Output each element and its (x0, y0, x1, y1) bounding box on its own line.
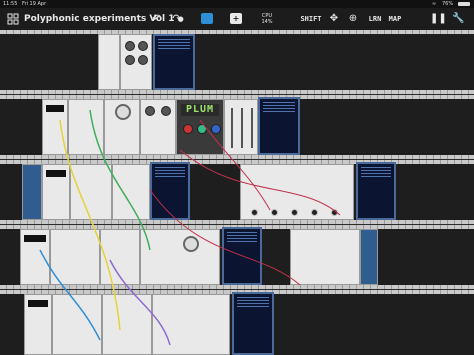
map-button[interactable]: MAP (386, 11, 404, 27)
module[interactable] (42, 164, 70, 220)
pause-icon[interactable]: ❚❚ (430, 11, 447, 27)
move-icon[interactable]: ✥ (327, 11, 341, 27)
jack[interactable] (331, 209, 338, 216)
module[interactable] (42, 99, 68, 155)
module[interactable] (102, 294, 152, 355)
wrench-icon[interactable]: 🔧 (452, 11, 464, 27)
lcd-display (46, 170, 66, 177)
knob[interactable] (197, 124, 207, 134)
target-icon[interactable]: ⊕ (346, 11, 360, 27)
cpu-meter: CPU 14% (258, 13, 276, 29)
display-module[interactable] (150, 162, 190, 220)
jack[interactable] (251, 209, 258, 216)
jack[interactable] (311, 209, 318, 216)
display-module[interactable] (258, 97, 300, 155)
undo-icon[interactable]: ↶ (150, 11, 164, 27)
rack-row-3 (0, 160, 474, 224)
module[interactable] (98, 34, 120, 90)
module[interactable] (24, 294, 52, 355)
module[interactable] (22, 164, 42, 220)
status-time: 11:55 (3, 1, 18, 7)
display-module[interactable] (232, 292, 274, 355)
knob[interactable] (183, 124, 193, 134)
rack-rail (0, 30, 474, 34)
rack-rail (0, 155, 474, 159)
display-module[interactable] (153, 34, 195, 90)
color-swatch-icon[interactable] (201, 13, 213, 24)
rack-rail (0, 220, 474, 224)
status-date: Fri 19 Apr (22, 1, 47, 7)
plum-display: PLUM (181, 104, 219, 116)
module[interactable] (240, 164, 354, 220)
knob[interactable] (125, 41, 135, 51)
lcd-display (46, 105, 64, 112)
shift-button[interactable]: SHIFT (298, 11, 324, 27)
knob[interactable] (138, 41, 148, 51)
grid-icon[interactable] (6, 11, 20, 27)
display-module[interactable] (356, 162, 396, 220)
status-battery: 76% (442, 1, 454, 7)
module[interactable] (290, 229, 360, 285)
module[interactable] (120, 34, 152, 90)
battery-icon (458, 2, 470, 6)
knob[interactable] (138, 55, 148, 65)
display-module[interactable] (222, 227, 262, 285)
module[interactable] (100, 229, 140, 285)
module[interactable] (20, 229, 50, 285)
knob[interactable] (183, 236, 199, 252)
module[interactable] (140, 229, 220, 285)
module[interactable] (152, 294, 230, 355)
rack-row-1 (0, 30, 474, 94)
lcd-display (28, 300, 48, 307)
rack-row-5 (0, 290, 474, 355)
knob[interactable] (145, 106, 155, 116)
module[interactable] (112, 164, 150, 220)
fader-module[interactable] (224, 99, 258, 155)
status-bar: 11:55 Fri 19 Apr ≈ 76% (0, 0, 474, 8)
module[interactable] (50, 229, 100, 285)
module[interactable] (104, 99, 140, 155)
lcd-display (24, 235, 46, 242)
rack-rail (0, 90, 474, 94)
module[interactable] (52, 294, 102, 355)
knob[interactable] (125, 55, 135, 65)
lrn-button[interactable]: LRN (366, 11, 384, 27)
rack-row-2: PLUM (0, 95, 474, 159)
knob[interactable] (211, 124, 221, 134)
knob[interactable] (115, 104, 131, 120)
module[interactable] (70, 164, 112, 220)
toolbar: Polyphonic experiments Vol 1 ● ↶ ↷ + CPU… (0, 8, 474, 30)
jack[interactable] (291, 209, 298, 216)
rack-row-4 (0, 225, 474, 289)
knob[interactable] (161, 106, 171, 116)
module[interactable] (140, 99, 176, 155)
add-icon[interactable]: + (230, 13, 242, 24)
wifi-icon: ≈ (432, 1, 437, 7)
plum-module[interactable]: PLUM (176, 99, 224, 155)
redo-icon[interactable]: ↷ (170, 11, 184, 27)
cpu-value: 14% (261, 19, 273, 25)
rack-rail (0, 285, 474, 289)
module[interactable] (360, 229, 378, 285)
module[interactable] (68, 99, 104, 155)
jack[interactable] (271, 209, 278, 216)
